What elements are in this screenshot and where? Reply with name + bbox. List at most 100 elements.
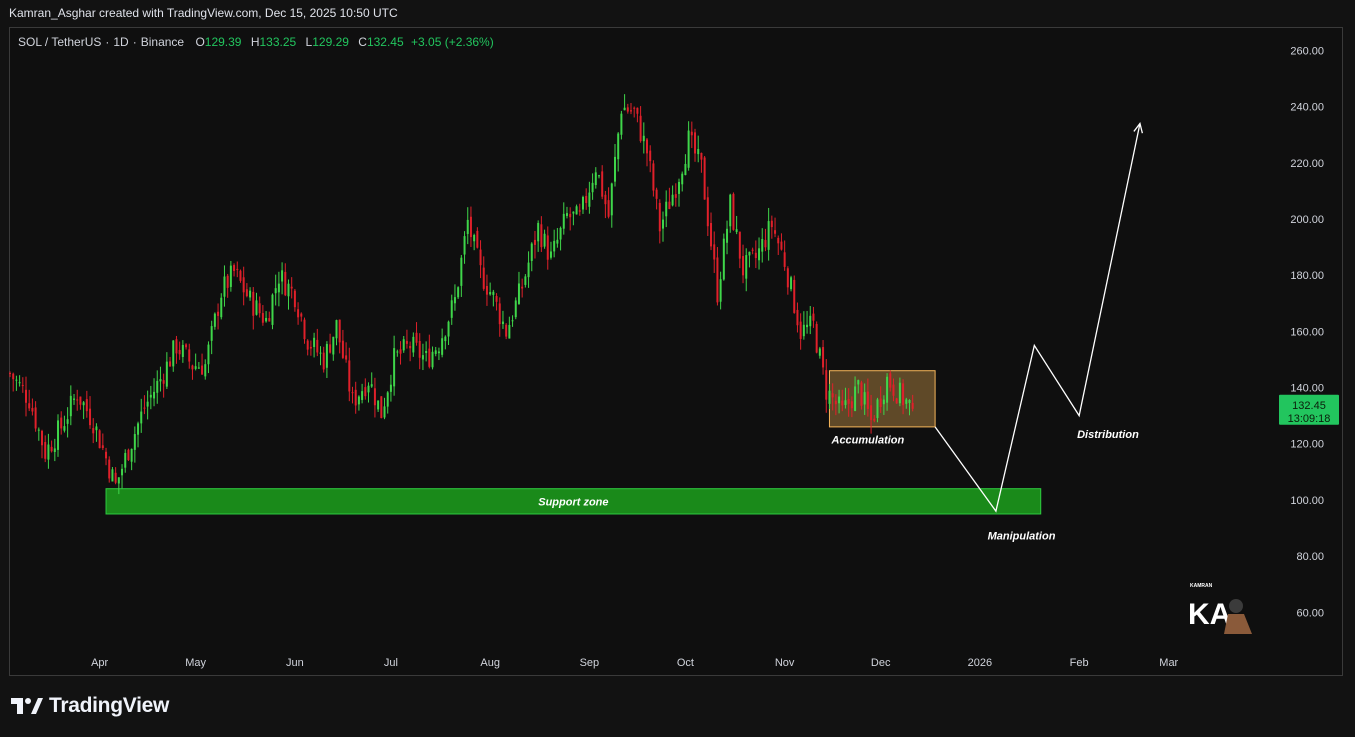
- candle-body: [623, 107, 626, 111]
- close-value: 132.45: [366, 35, 404, 49]
- candle-body: [9, 373, 11, 375]
- candle-body: [412, 336, 415, 353]
- x-tick-label: Oct: [677, 657, 694, 669]
- candle-body: [713, 244, 716, 260]
- candle-body: [47, 444, 50, 460]
- candle-body: [777, 237, 780, 244]
- candle-body: [809, 315, 812, 327]
- candle-body: [537, 222, 540, 242]
- candle-body: [719, 279, 722, 302]
- candle-body: [405, 340, 408, 344]
- candle-body: [114, 472, 117, 483]
- candle-body: [85, 399, 88, 412]
- candle-body: [153, 391, 156, 399]
- candle-body: [373, 388, 376, 406]
- candle-body: [204, 364, 207, 377]
- candle-body: [309, 346, 312, 349]
- candle-body: [838, 396, 841, 404]
- candle-body: [303, 319, 306, 340]
- annotation-manipulation: Manipulation: [988, 530, 1056, 542]
- candle-body: [165, 361, 168, 387]
- candle-body: [697, 149, 700, 155]
- candle-body: [466, 219, 469, 234]
- projection-path[interactable]: [934, 123, 1141, 513]
- candle-body: [617, 133, 620, 160]
- candle-body: [197, 367, 200, 369]
- candle-body: [319, 352, 322, 354]
- candle-body: [428, 348, 431, 367]
- price-chart[interactable]: Support zone 260.00 240.00 220.00 200.00 180…: [0, 0, 1355, 737]
- candle-body: [15, 379, 18, 381]
- candle-body: [559, 227, 562, 240]
- tradingview-footer[interactable]: TradingView: [11, 694, 169, 718]
- candle-body: [860, 382, 863, 406]
- candle-body: [357, 396, 360, 405]
- x-tick-label: 2026: [968, 657, 992, 669]
- candle-body: [434, 350, 437, 354]
- candle-body: [540, 224, 543, 248]
- candle-body: [261, 313, 264, 323]
- candle-body: [297, 309, 300, 318]
- candle-body: [745, 255, 748, 279]
- candle-body: [101, 445, 104, 449]
- candle-body: [495, 295, 498, 302]
- symbol-name[interactable]: SOL / TetherUS: [18, 35, 101, 49]
- candle-body: [137, 423, 140, 435]
- candle-body: [178, 349, 181, 355]
- candle-body: [175, 339, 178, 354]
- candle-body: [345, 355, 348, 360]
- candle-body: [172, 340, 175, 367]
- candle-body: [815, 324, 818, 353]
- candle-body: [348, 360, 351, 392]
- candle-body: [226, 275, 229, 288]
- candle-body: [98, 430, 101, 449]
- candle-body: [799, 321, 802, 339]
- candle-body: [658, 202, 661, 232]
- candle-body: [633, 107, 636, 109]
- annotation-distribution: Distribution: [1077, 429, 1139, 441]
- candle-body: [870, 405, 873, 420]
- candle-body: [716, 257, 719, 303]
- candle-body: [409, 345, 412, 349]
- change-value: +3.05 (+2.36%): [411, 35, 494, 49]
- candle-body: [764, 240, 767, 248]
- candle-body: [818, 348, 821, 356]
- candle-body: [722, 238, 725, 280]
- candle-body: [895, 398, 898, 404]
- candle-body: [31, 407, 34, 412]
- candle-body: [578, 210, 581, 212]
- candle-body: [652, 163, 655, 191]
- candle-body: [415, 332, 418, 343]
- y-tick-label: 240.00: [1290, 102, 1324, 114]
- x-tick-label: Aug: [480, 657, 500, 669]
- open-label: O: [195, 35, 205, 49]
- x-tick-label: Jul: [384, 657, 398, 669]
- candle-body: [591, 182, 594, 193]
- watermark-initials: KA: [1188, 598, 1231, 631]
- candle-body: [479, 249, 482, 266]
- candle-body: [498, 303, 501, 325]
- candle-body: [668, 201, 671, 209]
- y-tick-label: 260.00: [1290, 45, 1324, 57]
- candle-body: [73, 398, 76, 400]
- candle-body: [850, 401, 853, 409]
- candle-body: [879, 398, 882, 407]
- candle-body: [437, 351, 440, 354]
- candle-body: [508, 324, 511, 339]
- candle-body: [188, 349, 191, 362]
- candle-body: [892, 384, 895, 396]
- candle-body: [453, 297, 456, 304]
- y-tick-label: 100.00: [1290, 495, 1324, 507]
- candle-body: [629, 110, 632, 112]
- candle-body: [594, 172, 597, 186]
- candle-body: [236, 268, 239, 270]
- annotation-accumulation: Accumulation: [831, 435, 905, 447]
- candle-body: [463, 236, 466, 255]
- y-tick-label: 60.00: [1296, 607, 1324, 619]
- candle-body: [674, 194, 677, 198]
- candle-body: [146, 401, 149, 407]
- symbol-interval[interactable]: 1D: [113, 35, 128, 49]
- candle-body: [69, 395, 72, 417]
- candle-body: [460, 257, 463, 286]
- candle-body: [425, 350, 428, 354]
